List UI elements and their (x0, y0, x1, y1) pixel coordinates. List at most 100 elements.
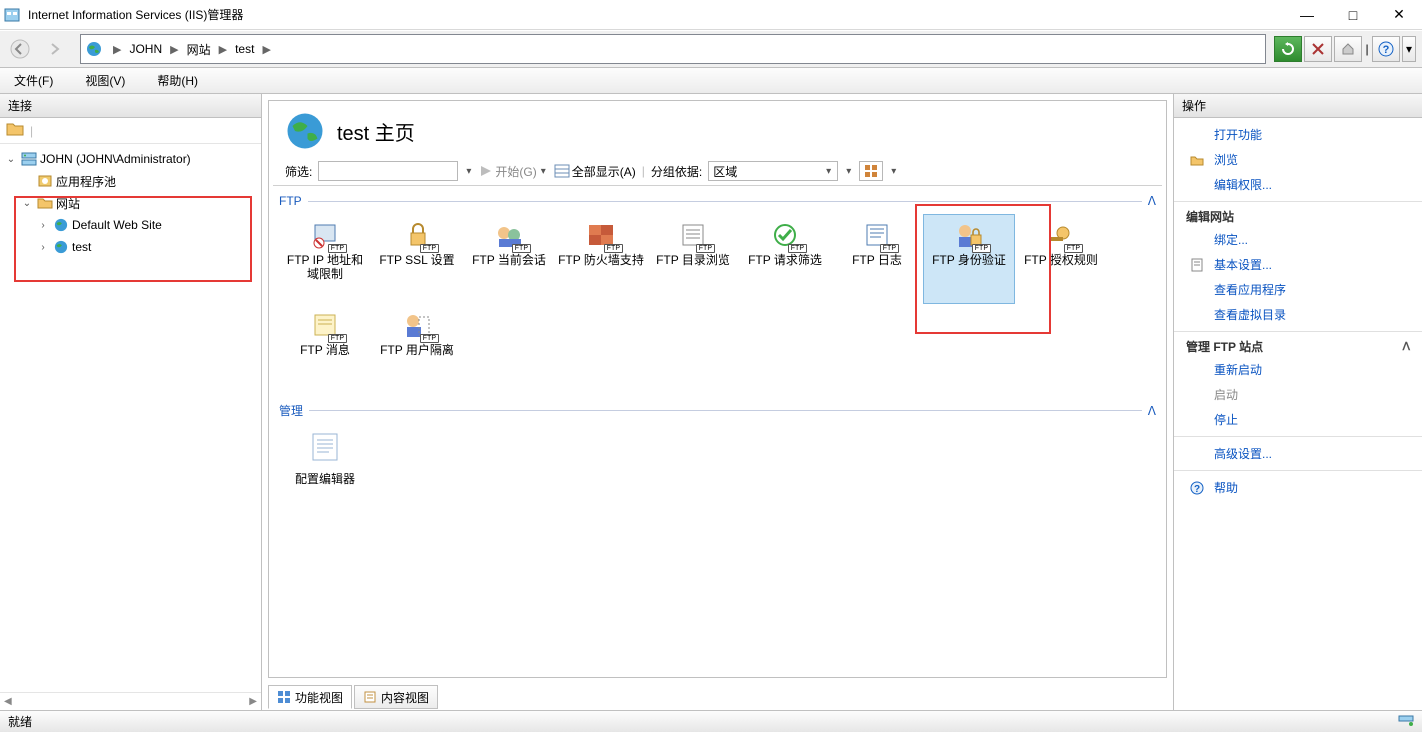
tree-twisty-icon[interactable]: › (36, 220, 50, 231)
tree-site-default-label: Default Web Site (72, 218, 162, 232)
tab-features[interactable]: 功能视图 (268, 685, 352, 709)
ftp-item-label: FTP 消息 (300, 343, 350, 357)
action-browse[interactable]: 浏览 (1174, 147, 1422, 172)
breadcrumb[interactable]: ▶ JOHN ▶ 网站 ▶ test ▶ (80, 34, 1266, 64)
ftp-item-8[interactable]: FTPFTP 授权规则 (1015, 214, 1107, 304)
action-view-apps[interactable]: 查看应用程序 (1174, 277, 1422, 302)
ftp-icon: FTP (489, 219, 529, 251)
ftp-item-6[interactable]: FTPFTP 日志 (831, 214, 923, 304)
window-title: Internet Information Services (IIS)管理器 (24, 6, 1284, 23)
home-button[interactable] (1334, 36, 1362, 62)
ftp-item-0[interactable]: FTPFTP IP 地址和域限制 (279, 214, 371, 304)
dropdown-icon: ▾ (824, 166, 833, 177)
ftp-item-2[interactable]: FTPFTP 当前会话 (463, 214, 555, 304)
collapse-icon[interactable]: ᐱ (1142, 404, 1156, 418)
back-button[interactable] (4, 33, 36, 65)
chevron-right-icon: ▶ (164, 43, 184, 56)
action-open-feature[interactable]: 打开功能 (1174, 122, 1422, 147)
svg-text:?: ? (1383, 44, 1390, 56)
collapse-icon[interactable]: ᐱ (1142, 194, 1156, 208)
tree-twisty-icon[interactable]: › (36, 242, 50, 253)
group-select[interactable]: 区域 ▾ (708, 161, 838, 181)
ftp-item-3[interactable]: FTPFTP 防火墙支持 (555, 214, 647, 304)
config-editor-label: 配置编辑器 (295, 470, 355, 487)
config-editor-item[interactable]: 配置编辑器 (279, 425, 371, 505)
ftp-item-4[interactable]: FTPFTP 目录浏览 (647, 214, 739, 304)
dropdown-icon[interactable]: ▾ (464, 166, 473, 177)
chevron-right-icon: ▶ (213, 43, 233, 56)
menu-view[interactable]: 视图(V) (79, 70, 131, 91)
tree-sites[interactable]: ⌄ 网站 (0, 192, 261, 214)
doc-icon (1188, 258, 1206, 272)
tree-twisty-icon[interactable]: ⌄ (4, 154, 18, 165)
tree-twisty-icon[interactable]: ⌄ (20, 198, 34, 209)
ftp-icon: FTP (397, 219, 437, 251)
tree-root[interactable]: ⌄ JOHN (JOHN\Administrator) (0, 148, 261, 170)
maximize-button[interactable]: □ (1330, 0, 1376, 30)
ftp-item-10[interactable]: FTPFTP 用户隔离 (371, 304, 463, 394)
section-mgmt-header[interactable]: 管理 ᐱ (279, 402, 1156, 421)
tree-site-default[interactable]: › Default Web Site (0, 214, 261, 236)
ftp-badge-icon: FTP (512, 244, 531, 253)
ftp-badge-icon: FTP (328, 334, 347, 343)
action-bindings[interactable]: 绑定... (1174, 227, 1422, 252)
help-button[interactable]: ? (1372, 36, 1400, 62)
actions-panel: 操作 打开功能 浏览 编辑权限... 编辑网站 绑定... 基本设置... 查看… (1174, 94, 1422, 710)
globe-icon (52, 218, 70, 232)
server-icon (20, 151, 38, 167)
ftp-item-label: FTP 请求筛选 (748, 253, 822, 267)
tree-site-test[interactable]: › test (0, 236, 261, 258)
view-options-button[interactable] (859, 161, 883, 181)
ftp-icon: FTP (673, 219, 713, 251)
connections-toolbar: | (0, 118, 261, 144)
ftp-badge-icon: FTP (696, 244, 715, 253)
tree-site-test-label: test (72, 240, 91, 254)
action-help[interactable]: ? 帮助 (1174, 470, 1422, 500)
ftp-item-7[interactable]: FTPFTP 身份验证 (923, 214, 1015, 304)
start-button[interactable]: 开始(G) ▾ (479, 163, 547, 180)
help-icon: ? (1188, 481, 1206, 495)
menu-file[interactable]: 文件(F) (8, 70, 59, 91)
connections-panel: 连接 | ⌄ JOHN (JOHN\Administrator) 应用程序池 ⌄… (0, 94, 262, 710)
folder-up-icon[interactable] (6, 121, 24, 140)
breadcrumb-seg-0[interactable]: JOHN (127, 42, 164, 56)
app-pool-icon (36, 173, 54, 189)
ftp-item-1[interactable]: FTPFTP SSL 设置 (371, 214, 463, 304)
refresh-button[interactable] (1274, 36, 1302, 62)
app-icon (0, 7, 24, 23)
action-advanced[interactable]: 高级设置... (1174, 436, 1422, 466)
action-view-vdir[interactable]: 查看虚拟目录 (1174, 302, 1422, 327)
breadcrumb-seg-1[interactable]: 网站 (185, 41, 213, 58)
tab-content[interactable]: 内容视图 (354, 685, 438, 709)
breadcrumb-seg-2[interactable]: test (233, 42, 256, 56)
ftp-item-label: FTP 身份验证 (932, 253, 1006, 267)
action-stop[interactable]: 停止 (1174, 407, 1422, 432)
collapse-icon[interactable]: ᐱ (1402, 340, 1410, 353)
forward-button[interactable] (40, 33, 72, 65)
showall-button[interactable]: 全部显示(A) (554, 163, 636, 180)
svg-text:?: ? (1194, 484, 1200, 495)
tree-app-pools[interactable]: 应用程序池 (0, 170, 261, 192)
nav-row: ▶ JOHN ▶ 网站 ▶ test ▶ | ? ▾ (0, 30, 1422, 68)
connections-hscroll[interactable]: ◀▶ (0, 692, 261, 710)
status-bar: 就绪 (0, 710, 1422, 732)
close-button[interactable]: ✕ (1376, 0, 1422, 30)
globe-large-icon (285, 111, 325, 151)
filter-input[interactable] (318, 161, 458, 181)
minimize-button[interactable]: — (1284, 0, 1330, 30)
action-restart[interactable]: 重新启动 (1174, 357, 1422, 382)
action-edit-perm[interactable]: 编辑权限... (1174, 172, 1422, 197)
help-drop[interactable]: ▾ (1402, 36, 1416, 62)
ftp-icon-grid: FTPFTP IP 地址和域限制FTPFTP SSL 设置FTPFTP 当前会话… (279, 210, 1156, 394)
section-ftp-header[interactable]: FTP ᐱ (279, 194, 1156, 210)
ftp-item-5[interactable]: FTPFTP 请求筛选 (739, 214, 831, 304)
ftp-item-9[interactable]: FTPFTP 消息 (279, 304, 371, 394)
config-editor-icon (309, 431, 341, 466)
ftp-badge-icon: FTP (604, 244, 623, 253)
stop-button[interactable] (1304, 36, 1332, 62)
ftp-badge-icon: FTP (420, 334, 439, 343)
menu-help[interactable]: 帮助(H) (151, 70, 204, 91)
action-basic-settings[interactable]: 基本设置... (1174, 252, 1422, 277)
ftp-badge-icon: FTP (1064, 244, 1083, 253)
ftp-item-label: FTP 当前会话 (472, 253, 546, 267)
